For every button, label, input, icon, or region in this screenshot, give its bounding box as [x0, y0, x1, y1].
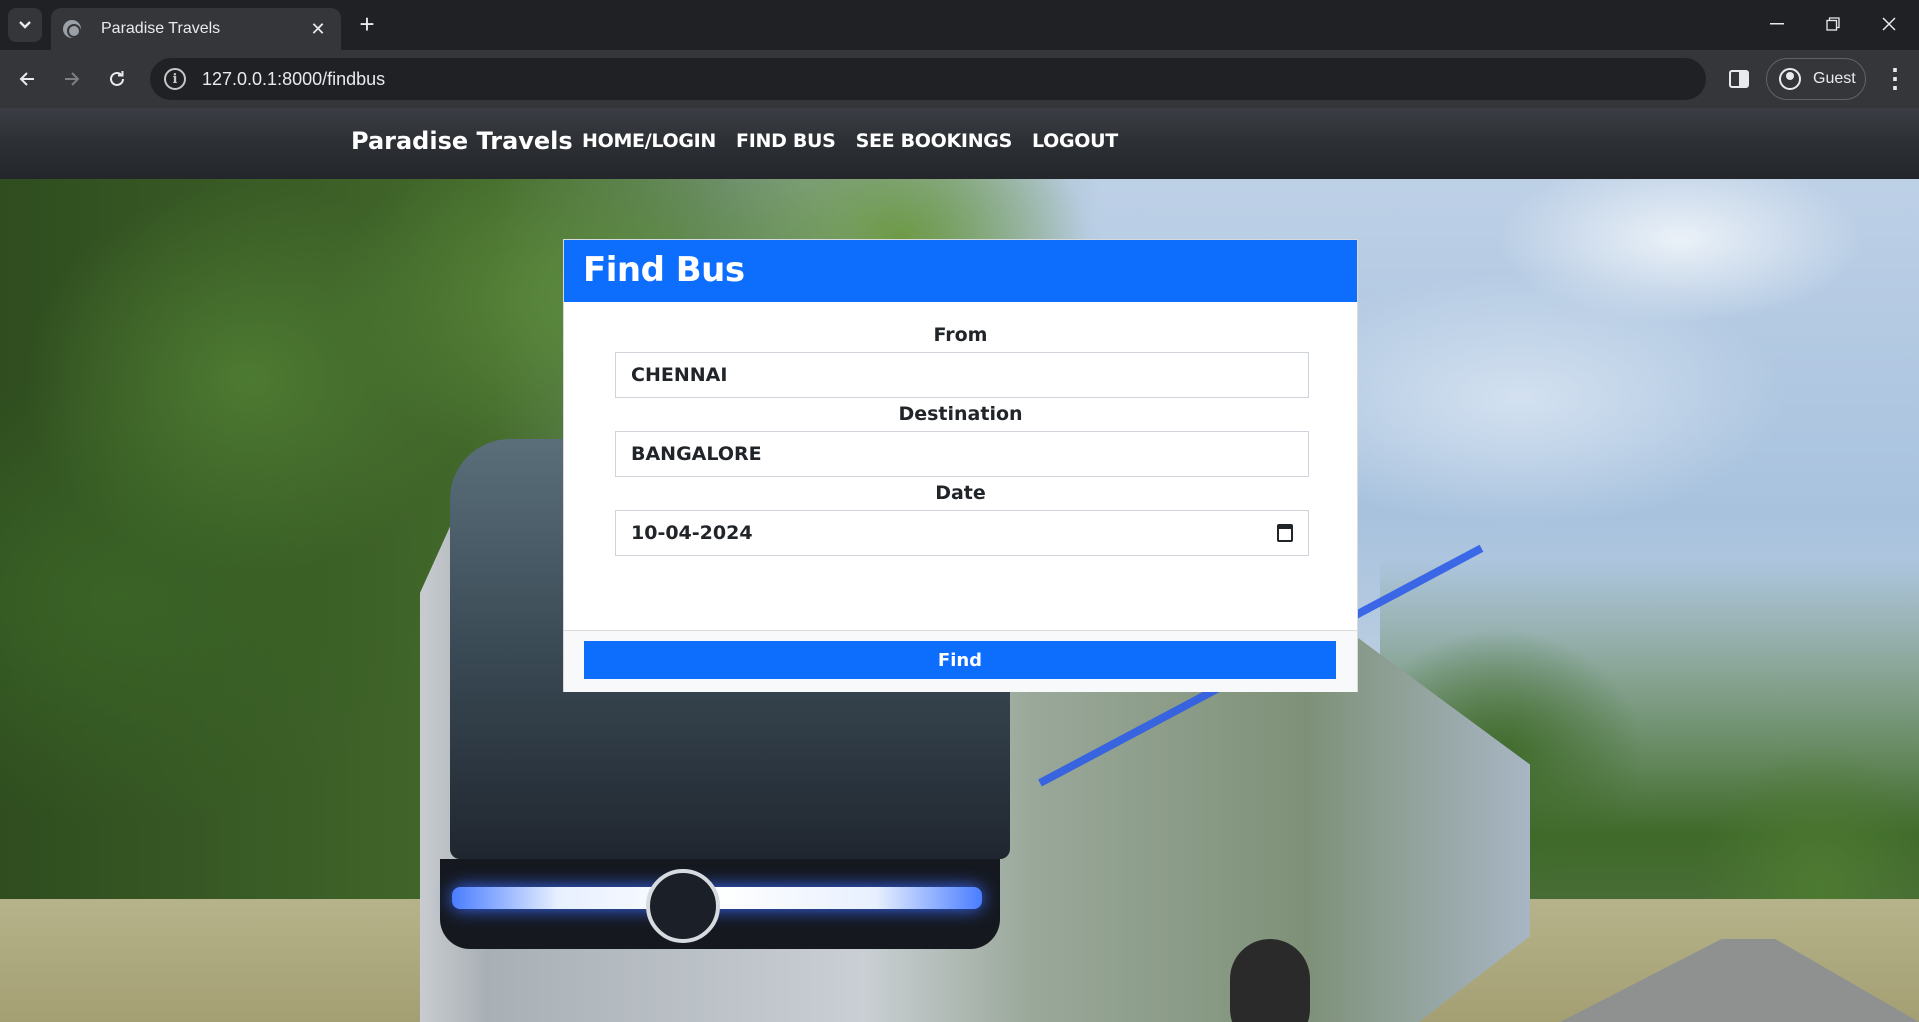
date-input[interactable]: 10-04-2024 — [615, 510, 1309, 556]
close-icon — [1882, 17, 1896, 31]
close-window-button[interactable] — [1864, 6, 1914, 42]
date-label: Date — [935, 482, 986, 504]
from-input[interactable] — [615, 352, 1309, 398]
nav-links: HOME/LOGIN FIND BUS SEE BOOKINGS LOGOUT — [582, 130, 1118, 152]
reload-button[interactable] — [100, 62, 134, 96]
bus-wheel — [1230, 939, 1310, 1022]
nav-find-bus[interactable]: FIND BUS — [736, 130, 836, 152]
side-panel-icon[interactable] — [1726, 66, 1752, 92]
nav-see-bookings[interactable]: SEE BOOKINGS — [856, 130, 1013, 152]
url-text: 127.0.0.1:8000/findbus — [202, 68, 386, 89]
arrow-right-icon — [65, 72, 80, 86]
card-title: Find Bus — [583, 250, 745, 290]
restore-icon — [1826, 17, 1840, 31]
browser-toolbar: i 127.0.0.1:8000/findbus Guest ⋮ — [0, 50, 1919, 108]
arrow-left-icon — [19, 72, 34, 86]
account-icon — [1779, 68, 1801, 90]
destination-input[interactable] — [615, 431, 1309, 477]
forward-button[interactable] — [55, 62, 89, 96]
profile-button[interactable]: Guest — [1766, 58, 1866, 100]
address-bar[interactable]: i 127.0.0.1:8000/findbus — [150, 58, 1706, 100]
page-viewport: Paradise Travels HOME/LOGIN FIND BUS SEE… — [0, 108, 1919, 1022]
card-body: From Destination Date 10-04-2024 — [564, 302, 1357, 630]
browser-tabstrip: Paradise Travels ✕ + — [0, 0, 1919, 50]
chevron-down-icon — [19, 21, 31, 29]
card-footer: Find — [564, 630, 1357, 692]
site-navbar: Paradise Travels HOME/LOGIN FIND BUS SEE… — [0, 108, 1919, 179]
globe-icon — [63, 20, 81, 38]
brand-logo[interactable]: Paradise Travels — [351, 127, 573, 155]
find-button[interactable]: Find — [584, 641, 1336, 679]
close-tab-icon[interactable]: ✕ — [307, 19, 329, 40]
from-label: From — [933, 324, 988, 346]
card-header: Find Bus — [564, 240, 1357, 302]
site-info-icon[interactable]: i — [164, 68, 186, 90]
nav-home-login[interactable]: HOME/LOGIN — [582, 130, 716, 152]
tab-title: Paradise Travels — [101, 20, 221, 37]
minimize-button[interactable] — [1752, 6, 1802, 42]
browser-menu-button[interactable]: ⋮ — [1880, 62, 1910, 96]
tab-search-button[interactable] — [8, 8, 42, 42]
reload-icon — [110, 71, 124, 86]
find-bus-card: Find Bus From Destination Date 10-04-202… — [563, 239, 1358, 692]
date-value: 10-04-2024 — [631, 522, 753, 544]
restore-button[interactable] — [1808, 6, 1858, 42]
bus-logo — [646, 869, 720, 943]
back-button[interactable] — [10, 62, 44, 96]
nav-logout[interactable]: LOGOUT — [1032, 130, 1118, 152]
calendar-icon[interactable] — [1277, 524, 1293, 542]
browser-tab[interactable]: Paradise Travels ✕ — [51, 8, 341, 50]
new-tab-button[interactable]: + — [352, 10, 382, 40]
destination-label: Destination — [898, 403, 1023, 425]
minimize-icon — [1770, 23, 1784, 25]
profile-label: Guest — [1813, 70, 1856, 87]
